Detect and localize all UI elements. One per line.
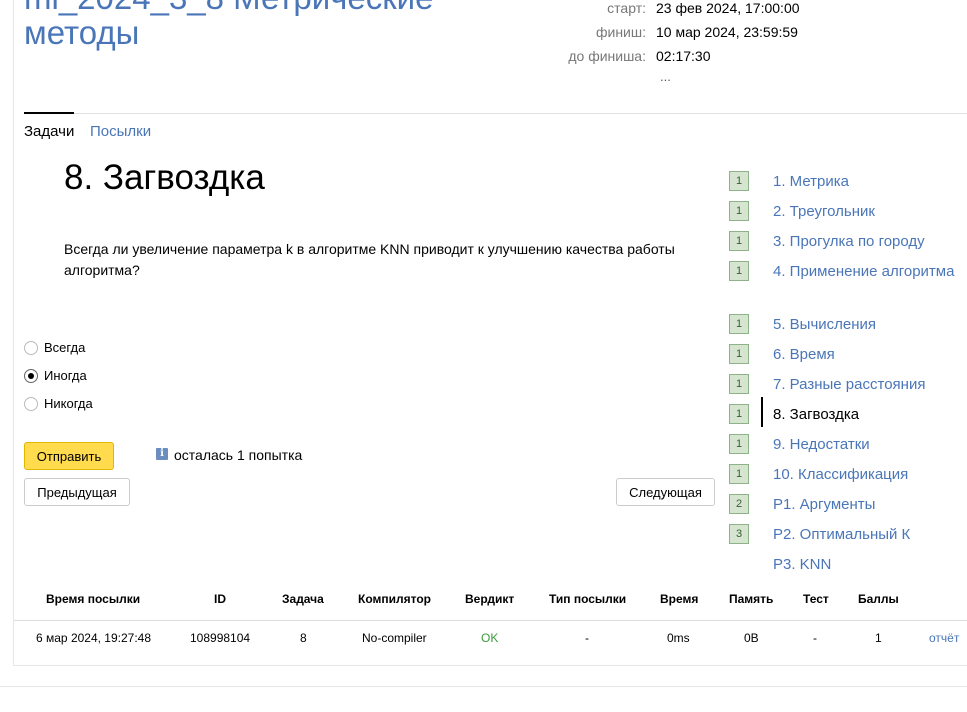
problem-list-link[interactable]: P2. Оптимальный К	[773, 523, 965, 546]
info-icon: i	[156, 448, 168, 460]
header-score: Баллы	[858, 592, 899, 606]
radio-button[interactable]	[24, 397, 38, 411]
problem-list-link[interactable]: 7. Разные расстояния	[773, 373, 965, 396]
cell-runtime: 0ms	[667, 631, 690, 645]
more-ellipsis[interactable]: ...	[660, 69, 671, 84]
start-row: старт: 23 фев 2024, 17:00:00	[520, 0, 820, 20]
header-time: Время посылки	[46, 592, 141, 606]
radio-button[interactable]	[24, 369, 38, 383]
header-id: ID	[214, 592, 226, 606]
contest-title-line2: методы	[24, 14, 140, 51]
footer-divider	[0, 686, 967, 687]
finish-value: 10 мар 2024, 23:59:59	[656, 24, 798, 40]
score-badge: 1	[729, 171, 749, 191]
cell-verdict: OK	[481, 631, 499, 645]
header-problem: Задача	[282, 592, 324, 606]
score-badge: 3	[729, 524, 749, 544]
cell-score: 1	[875, 631, 882, 645]
finish-row: финиш: 10 мар 2024, 23:59:59	[520, 24, 820, 44]
table-row: 6 мар 2024, 19:27:48 108998104 8 No-comp…	[14, 621, 967, 655]
header-memory: Память	[729, 592, 774, 606]
score-badge: 1	[729, 464, 749, 484]
start-value: 23 фев 2024, 17:00:00	[656, 0, 800, 16]
cell-time: 6 мар 2024, 19:27:48	[36, 631, 152, 645]
score-badge: 2	[729, 494, 749, 514]
problem-list-link[interactable]: 10. Классификация	[773, 463, 965, 486]
finish-label: финиш:	[595, 24, 646, 40]
score-badge: 1	[729, 314, 749, 334]
remaining-label: до финиша:	[568, 48, 646, 64]
header-type: Тип посылки	[549, 592, 627, 606]
previous-button[interactable]: Предыдущая	[24, 478, 130, 506]
cell-id: 108998104	[190, 631, 251, 645]
problem-title: 8. Загвоздка	[64, 158, 265, 197]
attempts-text: осталась 1 попытка	[174, 447, 303, 463]
score-badge: 1	[729, 231, 749, 251]
header-divider	[24, 113, 967, 114]
score-badge: 1	[729, 261, 749, 281]
answer-option-label: Иногда	[44, 368, 87, 383]
cell-memory: 0B	[744, 631, 759, 645]
start-label: старт:	[607, 0, 646, 16]
contest-title: ml_2024_3_8 Метрические методы	[24, 0, 433, 50]
cell-compiler: No-compiler	[362, 631, 427, 645]
problem-list-link[interactable]: 6. Время	[773, 343, 965, 366]
header-compiler: Компилятор	[358, 592, 432, 606]
answer-option-label: Всегда	[44, 340, 86, 355]
problem-list-link[interactable]: 2. Треугольник	[773, 200, 965, 223]
cell-type: -	[585, 631, 589, 645]
problem-list-link[interactable]: 9. Недостатки	[773, 433, 965, 456]
cell-test: -	[813, 631, 817, 645]
header-test: Тест	[803, 592, 829, 606]
tab-problems[interactable]: Задачи	[24, 112, 75, 140]
answer-option-label: Никогда	[44, 396, 93, 411]
remaining-row: до финиша: 02:17:30	[520, 48, 820, 68]
header-verdict: Вердикт	[465, 592, 515, 606]
score-badge: 1	[729, 344, 749, 364]
score-badge: 1	[729, 201, 749, 221]
problem-list-link[interactable]: 4. Применение алгоритма	[773, 260, 965, 283]
table-header: Время посылки ID Задача Компилятор Верди…	[14, 586, 967, 620]
header-runtime: Время	[660, 592, 699, 606]
problem-list-link[interactable]: 1. Метрика	[773, 170, 965, 193]
score-badge: 1	[729, 404, 749, 424]
next-button[interactable]: Следующая	[616, 478, 715, 506]
radio-button[interactable]	[24, 341, 38, 355]
tab-submissions[interactable]: Посылки	[90, 123, 151, 140]
page-frame-bottom-border	[13, 665, 967, 666]
report-link[interactable]: отчёт	[929, 631, 959, 645]
problem-statement: Всегда ли увеличение параметра k в алгор…	[64, 241, 675, 278]
score-badge: 1	[729, 434, 749, 454]
problem-list-link[interactable]: P3. KNN	[773, 553, 965, 576]
problem-list-link[interactable]: 5. Вычисления	[773, 313, 965, 336]
contest-title-line1: ml_2024_3_8 Метрические	[24, 0, 433, 15]
score-badge: 1	[729, 374, 749, 394]
page-frame-left-border	[13, 0, 14, 666]
problem-list-link[interactable]: P1. Аргументы	[773, 493, 965, 516]
cell-problem: 8	[300, 631, 307, 645]
submit-button[interactable]: Отправить	[24, 442, 114, 470]
remaining-value: 02:17:30	[656, 48, 711, 64]
problem-list-link[interactable]: 3. Прогулка по городу	[773, 230, 965, 253]
problem-list-link[interactable]: 8. Загвоздка	[773, 403, 965, 426]
